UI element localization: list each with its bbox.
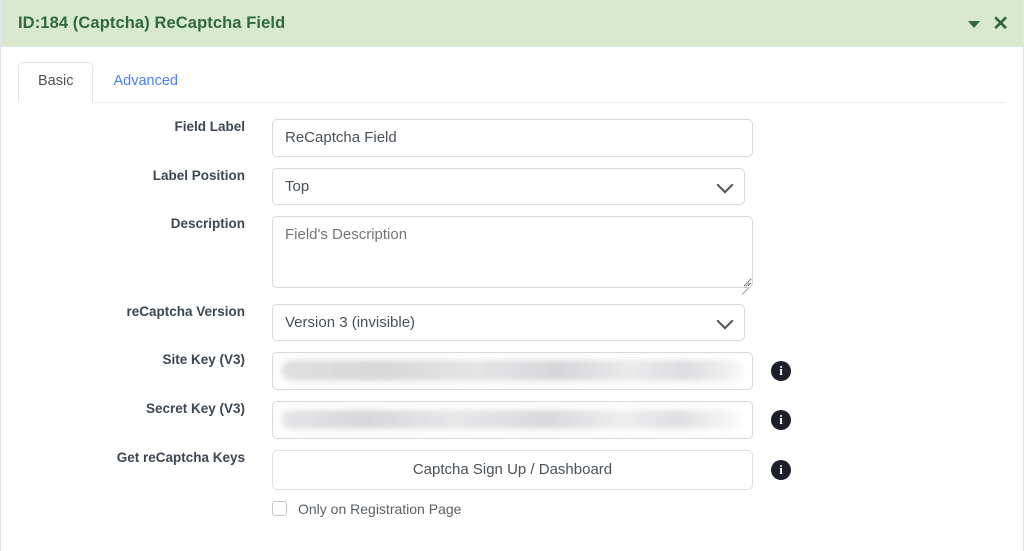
row-secret-key: Secret Key (V3) i: [1, 400, 1023, 439]
only-registration-checkbox[interactable]: [272, 501, 287, 517]
panel-header: ID:184 (Captcha) ReCaptcha Field ✕: [1, 0, 1023, 47]
site-key-input[interactable]: [272, 351, 753, 390]
header-actions: ✕: [968, 14, 1009, 34]
site-key-label: Site Key (V3): [162, 351, 245, 367]
redacted-value: [281, 359, 742, 381]
label-position-label: Label Position: [152, 167, 245, 183]
settings-form: Field Label Label Position Top Descripti…: [1, 103, 1023, 517]
tab-advanced[interactable]: Advanced: [93, 62, 198, 103]
info-icon[interactable]: i: [771, 360, 791, 381]
description-label: Description: [170, 215, 245, 231]
redacted-value: [281, 409, 742, 429]
only-registration-label[interactable]: Only on Registration Page: [298, 501, 461, 517]
info-icon[interactable]: i: [771, 409, 791, 430]
field-label-input[interactable]: [272, 118, 753, 157]
secret-key-label: Secret Key (V3): [145, 400, 245, 416]
tab-basic[interactable]: Basic: [18, 62, 94, 103]
row-recaptcha-version: reCaptcha Version Version 3 (invisible): [1, 303, 1023, 341]
row-get-keys: Get reCaptcha Keys Captcha Sign Up / Das…: [1, 449, 1023, 490]
get-keys-label: Get reCaptcha Keys: [116, 449, 245, 465]
label-position-select[interactable]: Top: [272, 167, 745, 205]
row-description: Description: [1, 215, 1023, 295]
tab-bar: Basic Advanced: [1, 47, 1023, 103]
close-icon[interactable]: ✕: [992, 14, 1009, 34]
row-field-label: Field Label: [1, 118, 1023, 157]
row-label-position: Label Position Top: [1, 167, 1023, 205]
recaptcha-field-settings-panel: ID:184 (Captcha) ReCaptcha Field ✕ Basic…: [0, 0, 1024, 551]
recaptcha-version-label: reCaptcha Version: [126, 303, 245, 319]
chevron-down-icon[interactable]: [968, 19, 981, 28]
secret-key-input[interactable]: [272, 400, 753, 439]
recaptcha-version-select[interactable]: Version 3 (invisible): [272, 303, 745, 341]
row-only-registration: Only on Registration Page: [272, 501, 1023, 517]
page-title: ID:184 (Captcha) ReCaptcha Field: [18, 14, 286, 32]
description-textarea[interactable]: [272, 215, 753, 288]
field-label-label: Field Label: [174, 118, 245, 134]
info-icon[interactable]: i: [771, 459, 791, 480]
captcha-signup-dashboard-button[interactable]: Captcha Sign Up / Dashboard: [272, 449, 753, 490]
row-site-key: Site Key (V3) i: [1, 351, 1023, 390]
